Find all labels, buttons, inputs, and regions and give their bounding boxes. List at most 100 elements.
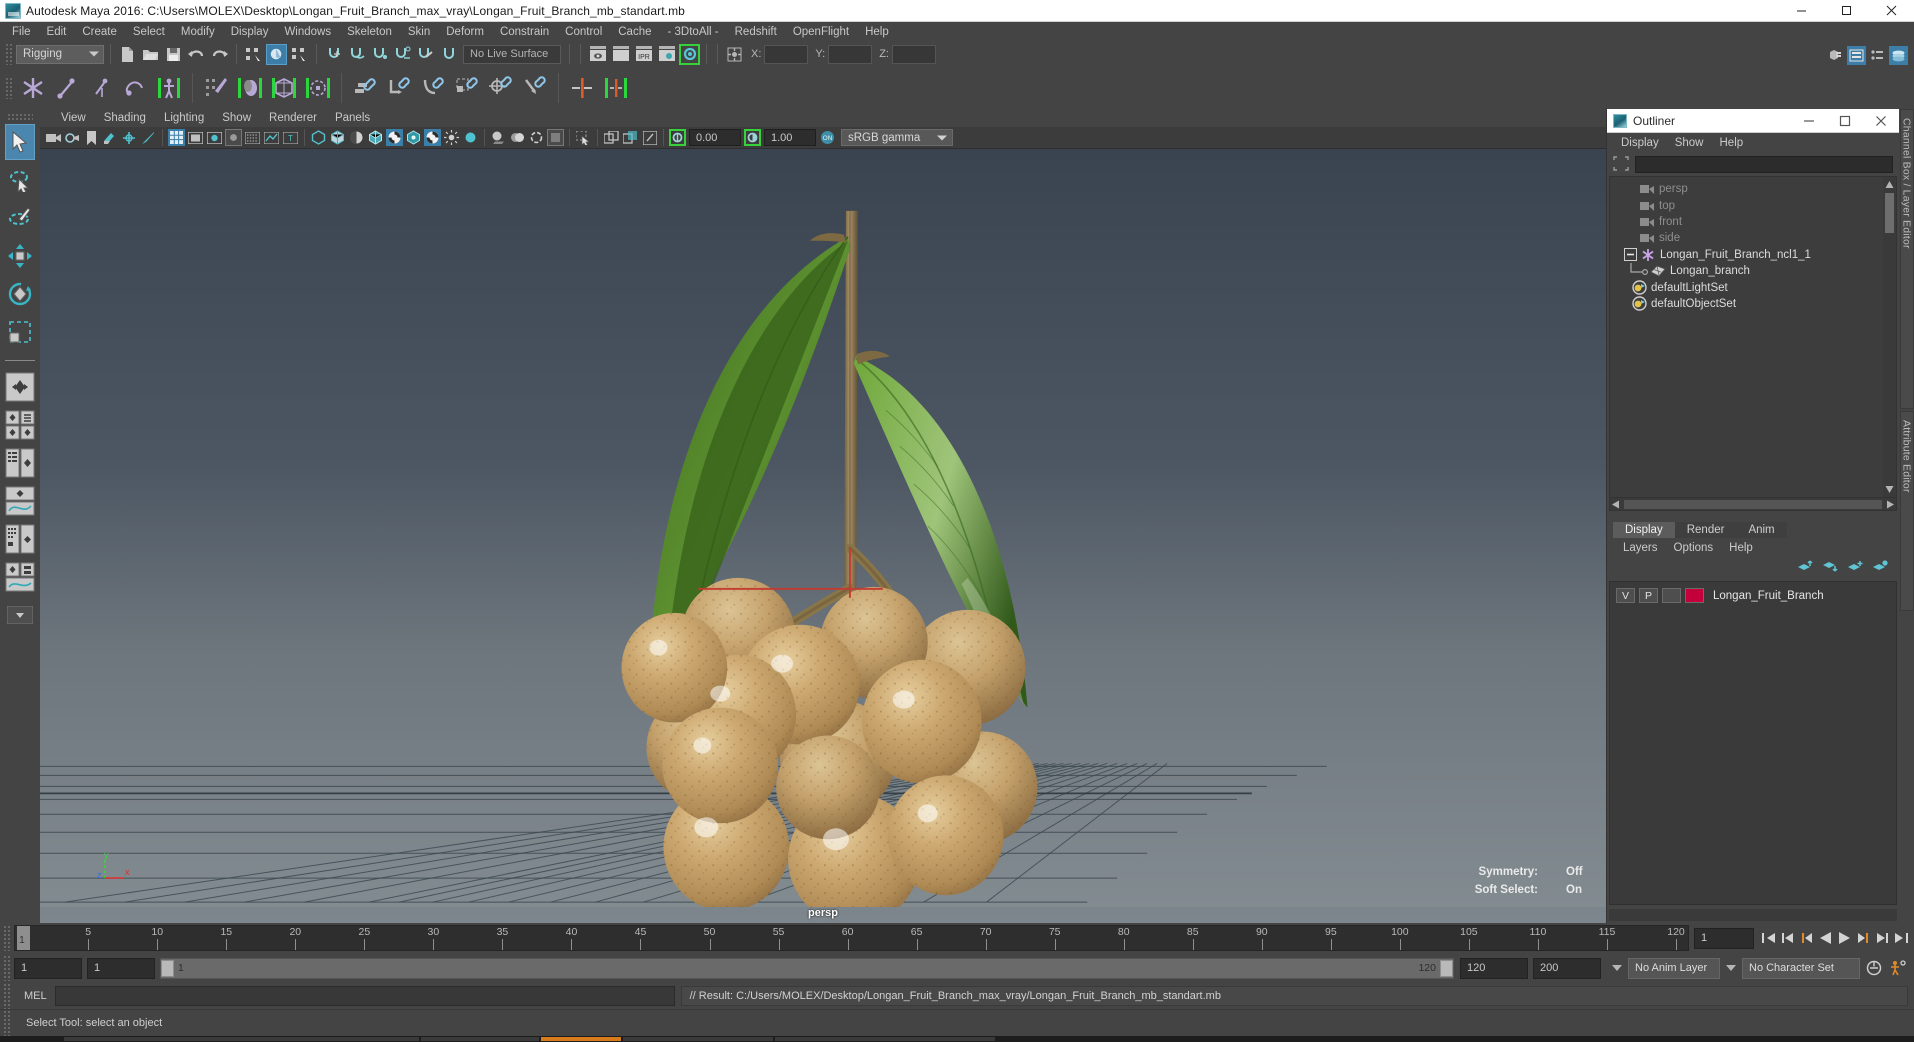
animation-start-time-field[interactable]: 1 bbox=[14, 957, 82, 979]
snapshot-icon[interactable] bbox=[603, 129, 620, 146]
taskbar-item[interactable] bbox=[421, 1037, 539, 1041]
snap-to-projected-center-icon[interactable] bbox=[392, 44, 413, 65]
outliner-item-front[interactable]: front bbox=[1610, 214, 1896, 230]
mirror-joint-icon[interactable] bbox=[566, 71, 598, 105]
menu-skeleton[interactable]: Skeleton bbox=[339, 23, 400, 41]
texture-filtering-icon[interactable] bbox=[405, 129, 422, 146]
wireframe-on-shaded-icon[interactable] bbox=[367, 129, 384, 146]
character-set-dropdown-icon[interactable] bbox=[1726, 965, 1736, 971]
exposure-toggle-icon[interactable] bbox=[669, 129, 686, 146]
layer-shading-toggle[interactable] bbox=[1662, 588, 1681, 603]
layer-menu-options[interactable]: Options bbox=[1666, 541, 1722, 555]
outliner-horizontal-scrollbar[interactable] bbox=[1609, 498, 1897, 511]
transform-z-field[interactable] bbox=[891, 44, 936, 64]
time-slider[interactable]: 1 5 10 15 20 25 30 35 40 45 50 55 60 65 70 75 80 85 90 95 1… bbox=[14, 925, 1689, 951]
playback-end-time-field[interactable]: 120 bbox=[1460, 957, 1528, 979]
viewport-renderer-settings-icon[interactable] bbox=[547, 129, 564, 146]
menu-openflight[interactable]: OpenFlight bbox=[785, 23, 857, 41]
rotate-tool-icon[interactable] bbox=[5, 276, 35, 312]
help-line-grip[interactable] bbox=[3, 1010, 11, 1036]
lasso-tool-icon[interactable] bbox=[5, 162, 35, 198]
wireframe-shading-icon[interactable] bbox=[310, 129, 327, 146]
make-live-icon[interactable] bbox=[438, 44, 459, 65]
menu-skin[interactable]: Skin bbox=[400, 23, 438, 41]
redo-render-icon[interactable] bbox=[610, 44, 631, 65]
select-by-component-icon[interactable] bbox=[289, 44, 310, 65]
viewport-menu-show[interactable]: Show bbox=[213, 111, 260, 125]
step-forward-frame-button[interactable] bbox=[1855, 929, 1872, 948]
save-scene-icon[interactable] bbox=[163, 44, 184, 65]
show-hide-modeling-toolkit-icon[interactable] bbox=[1826, 46, 1845, 65]
menu-help[interactable]: Help bbox=[857, 23, 897, 41]
menu-display[interactable]: Display bbox=[223, 23, 277, 41]
go-to-end-button[interactable] bbox=[1893, 929, 1910, 948]
command-language-label[interactable]: MEL bbox=[24, 990, 47, 1002]
image-plane-icon[interactable] bbox=[102, 129, 119, 146]
animation-end-time-field[interactable]: 200 bbox=[1533, 957, 1601, 979]
outliner-item-nucleus[interactable]: Longan_Fruit_Branch_ncl1_1 bbox=[1610, 247, 1896, 263]
layer-menu-layers[interactable]: Layers bbox=[1615, 541, 1666, 555]
gate-mask-icon[interactable] bbox=[225, 129, 242, 146]
snap-to-curve-icon[interactable] bbox=[346, 44, 367, 65]
cluster-deformer-icon[interactable] bbox=[302, 71, 334, 105]
camera-attributes-icon[interactable] bbox=[64, 129, 81, 146]
snap-to-grid-icon[interactable] bbox=[323, 44, 344, 65]
tab-channel-box-layer-editor[interactable]: Channel Box / Layer Editor bbox=[1899, 109, 1914, 409]
scroll-thumb[interactable] bbox=[1885, 193, 1894, 233]
taskbar-item[interactable] bbox=[64, 1037, 419, 1041]
transform-field-mode-icon[interactable] bbox=[724, 44, 745, 65]
layer-menu-help[interactable]: Help bbox=[1721, 541, 1761, 555]
anim-layer-selector[interactable]: No Anim Layer bbox=[1628, 957, 1720, 979]
paint-select-tool-icon[interactable] bbox=[5, 200, 35, 236]
render-settings-icon[interactable] bbox=[656, 44, 677, 65]
shadows-icon[interactable] bbox=[490, 129, 507, 146]
menu-cache[interactable]: Cache bbox=[610, 23, 659, 41]
show-hide-tool-settings-icon[interactable] bbox=[1868, 46, 1887, 65]
gamma-toggle-icon[interactable] bbox=[744, 129, 761, 146]
current-frame-field[interactable]: 1 bbox=[1694, 927, 1754, 949]
range-end-handle[interactable] bbox=[1440, 959, 1453, 977]
transform-y-field[interactable] bbox=[828, 44, 873, 64]
range-slider-grip[interactable] bbox=[3, 955, 11, 981]
smooth-shade-all-icon[interactable] bbox=[329, 129, 346, 146]
maximize-button[interactable] bbox=[1824, 0, 1869, 21]
smooth-shade-selected-icon[interactable] bbox=[348, 129, 365, 146]
select-by-object-icon[interactable] bbox=[266, 43, 287, 65]
menu-modify[interactable]: Modify bbox=[173, 23, 223, 41]
outliner-search-input[interactable] bbox=[1635, 155, 1893, 173]
tab-anim[interactable]: Anim bbox=[1736, 522, 1787, 538]
play-forwards-button[interactable] bbox=[1836, 929, 1853, 948]
outliner-menu-show[interactable]: Show bbox=[1667, 136, 1712, 150]
smooth-bind-icon[interactable] bbox=[234, 71, 266, 105]
anim-layer-dropdown-icon[interactable] bbox=[1612, 965, 1622, 971]
bind-skin-icon[interactable] bbox=[153, 71, 185, 105]
move-layer-up-icon[interactable] bbox=[1797, 559, 1814, 578]
film-gate-icon[interactable] bbox=[187, 129, 204, 146]
taskbar-item[interactable] bbox=[775, 1037, 995, 1041]
move-layer-down-icon[interactable] bbox=[1822, 559, 1839, 578]
outliner-menu-help[interactable]: Help bbox=[1712, 136, 1752, 150]
scale-tool-icon[interactable] bbox=[5, 314, 35, 350]
undo-icon[interactable] bbox=[186, 44, 207, 65]
step-back-frame-button[interactable] bbox=[1798, 929, 1815, 948]
aim-constraint-icon[interactable] bbox=[485, 71, 517, 105]
menu-3dtoall[interactable]: - 3DtoAll - bbox=[660, 23, 727, 41]
open-scene-icon[interactable] bbox=[140, 44, 161, 65]
toolbox-grip[interactable] bbox=[7, 113, 33, 121]
outliner-vertical-scrollbar[interactable] bbox=[1883, 177, 1896, 497]
command-line-grip[interactable] bbox=[3, 983, 11, 1009]
xray-active-components-icon[interactable]: T bbox=[282, 129, 299, 146]
menu-edit[interactable]: Edit bbox=[39, 23, 75, 41]
step-forward-keyframe-button[interactable] bbox=[1874, 929, 1891, 948]
viewport-menu-panels[interactable]: Panels bbox=[326, 111, 379, 125]
create-ik-handle-icon[interactable] bbox=[51, 71, 83, 105]
color-profile-selector[interactable]: sRGB gamma bbox=[841, 129, 953, 146]
perspective-viewport[interactable]: y x z Symmetry: Off Soft Select: On pers… bbox=[40, 149, 1606, 923]
xray-joints-icon[interactable] bbox=[263, 129, 280, 146]
use-default-material-icon[interactable] bbox=[424, 129, 441, 146]
lattice-deformer-icon[interactable] bbox=[268, 71, 300, 105]
bookmark-icon[interactable] bbox=[83, 129, 100, 146]
menu-create[interactable]: Create bbox=[74, 23, 125, 41]
menu-set-selector[interactable]: Rigging bbox=[16, 44, 104, 64]
region-select-icon[interactable] bbox=[641, 129, 658, 146]
